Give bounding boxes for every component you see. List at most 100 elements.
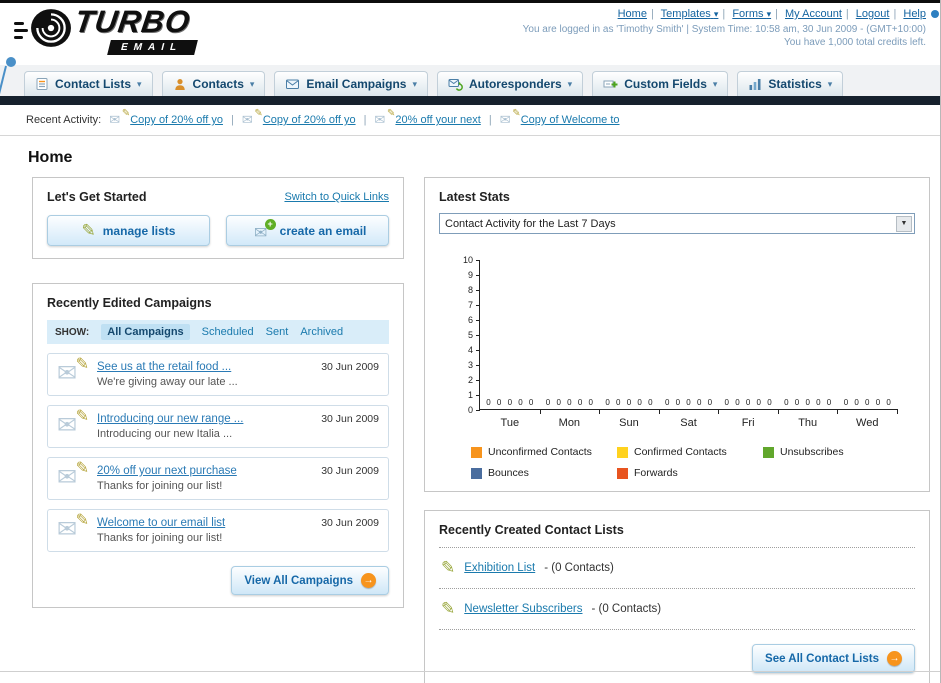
stats-period-select[interactable]: Contact Activity for the Last 7 Days ▼: [439, 213, 915, 234]
email-edit-icon: ✉ ✎: [241, 108, 263, 127]
bar-value-label: 0: [486, 398, 491, 407]
campaign-subtitle: We're giving away our late ...: [97, 376, 238, 388]
x-axis-label: Thu: [798, 417, 818, 429]
chart-category-group: 0 0 0 0 0 Sun: [599, 260, 660, 429]
y-axis-tick-label: 8: [467, 285, 473, 295]
link-home[interactable]: Home: [618, 8, 647, 20]
filter-archived[interactable]: Archived: [300, 326, 343, 338]
tab-contact-lists[interactable]: Contact Lists ▾: [24, 71, 153, 96]
y-axis-tick-label: 10: [462, 255, 473, 265]
y-axis-tick: [476, 380, 480, 381]
campaign-filter-bar: SHOW: All Campaigns Scheduled Sent Archi…: [47, 320, 389, 344]
chart-category-group: 0 0 0 0 0 Mon: [540, 260, 601, 429]
main-nav: Contact Lists ▾ Contacts ▾ Email Campaig…: [0, 65, 940, 96]
link-help[interactable]: Help: [903, 8, 926, 20]
tab-contacts[interactable]: Contacts ▾: [161, 71, 266, 96]
campaign-edit-icon: ✉ ✎: [57, 512, 89, 543]
chevron-down-icon: ▾: [827, 78, 833, 89]
bar-value-label: 0: [637, 398, 642, 407]
campaign-title-link[interactable]: 20% off your next purchase: [97, 465, 237, 477]
bar-value-labels: 00000: [778, 398, 838, 407]
chevron-down-icon: ▾: [137, 78, 142, 89]
campaign-date: 30 Jun 2009: [321, 413, 379, 425]
tab-autoresponders[interactable]: Autoresponders ▾: [436, 71, 584, 96]
campaign-title-link[interactable]: Introducing our new range ...: [97, 413, 243, 425]
bar-value-label: 0: [664, 398, 670, 407]
chart-category-group: 0 0 0 0 0 Thu: [778, 260, 839, 429]
header-links: Home | Templates ▾ | Forms ▾ | My Account | …: [617, 8, 926, 20]
contact-list-link[interactable]: Newsletter Subscribers: [464, 603, 582, 615]
x-axis-tick: [539, 409, 541, 414]
x-axis-tick: [897, 409, 899, 414]
recent-activity-item[interactable]: ✉ ✎ 20% off your next: [374, 108, 480, 127]
see-all-contact-lists-button[interactable]: See All Contact Lists →: [752, 644, 915, 673]
y-axis-tick-label: 7: [467, 300, 473, 310]
y-axis-tick: [476, 275, 480, 276]
view-all-campaigns-button[interactable]: View All Campaigns →: [231, 566, 389, 595]
campaign-date: 30 Jun 2009: [321, 517, 379, 529]
contact-list-row[interactable]: ✎ Exhibition List - (0 Contacts): [439, 548, 915, 589]
chevron-down-icon: ▾: [713, 9, 719, 19]
link-forms[interactable]: Forms ▾: [732, 8, 771, 20]
filter-sent[interactable]: Sent: [266, 326, 289, 338]
campaign-row[interactable]: ✉ ✎ 20% off your next purchase Thanks for…: [47, 457, 389, 500]
recent-activity-item[interactable]: ✉ ✎ Copy of Welcome to: [500, 108, 620, 127]
campaign-subtitle: Thanks for joining our list!: [97, 532, 223, 544]
contact-list-row[interactable]: ✎ Newsletter Subscribers - (0 Contacts): [439, 589, 915, 630]
chart-legend: Unconfirmed Contacts Confirmed Contacts Un…: [471, 446, 915, 479]
legend-swatch: [471, 467, 482, 479]
bar-value-label: 0: [865, 398, 870, 407]
create-email-button[interactable]: ✉ + create an email: [226, 215, 389, 246]
session-info: You are logged in as 'Timothy Smith' | S…: [522, 24, 926, 35]
y-axis-tick-label: 9: [467, 270, 473, 280]
email-edit-icon: ✉ ✎: [109, 108, 131, 127]
y-axis-tick: [476, 350, 480, 351]
legend-item: Unsubscribes: [763, 446, 909, 458]
link-templates[interactable]: Templates ▾: [661, 8, 719, 20]
chart-category-group: 0 0 0 0 0 Wed: [837, 260, 899, 429]
y-axis-tick-label: 2: [467, 375, 473, 385]
campaign-title-link[interactable]: Welcome to our email list: [97, 517, 225, 529]
show-label: SHOW:: [55, 326, 90, 338]
recent-activity-item[interactable]: ✉ ✎ Copy of 20% off yo: [241, 108, 356, 127]
y-axis-tick: [476, 410, 480, 411]
switch-quick-links[interactable]: Switch to Quick Links: [284, 191, 389, 203]
y-axis-tick-label: 3: [467, 360, 473, 370]
manage-lists-button[interactable]: ✎ manage lists: [47, 215, 210, 246]
decorative-dot-right: [931, 10, 939, 18]
recent-contact-lists-panel: Recently Created Contact Lists ✎ Exhibit…: [424, 510, 930, 683]
tab-custom-fields[interactable]: Custom Fields ▾: [592, 71, 729, 96]
y-axis-tick: [476, 335, 480, 336]
recent-activity-label: Recent Activity:: [26, 114, 102, 126]
contact-list-link[interactable]: Exhibition List: [464, 562, 535, 574]
filter-scheduled[interactable]: Scheduled: [202, 326, 254, 338]
chart-category-group: 0 0 0 0 0 Sat: [659, 260, 720, 429]
x-axis-tick: [837, 409, 839, 414]
x-axis-tick: [658, 409, 660, 414]
get-started-panel: Let's Get Started Switch to Quick Links …: [32, 177, 404, 259]
y-axis-tick-label: 1: [467, 390, 473, 400]
bar-value-labels: 00000: [837, 398, 897, 407]
link-logout[interactable]: Logout: [856, 8, 890, 20]
turbo-email-dashboard: TURBO EMAIL Home | Templates ▾ | Forms ▾ | …: [0, 0, 941, 683]
campaign-row[interactable]: ✉ ✎ See us at the retail food ... We're g…: [47, 353, 389, 396]
app-logo[interactable]: TURBO EMAIL: [14, 4, 198, 55]
recent-activity-item[interactable]: ✉ ✎ Copy of 20% off yo: [109, 108, 223, 127]
contact-activity-chart: 0 0 0 0 0 Tue 0 0 0 0 0 Mon 0 0 0 0 0 Sun 0 0 0 0 0 Sat 0 0 0 0 0 Fri…: [463, 255, 899, 429]
bar-value-label: 0: [805, 398, 810, 407]
campaign-row[interactable]: ✉ ✎ Introducing our new range ... Introdu…: [47, 405, 389, 448]
tab-statistics[interactable]: Statistics ▾: [737, 71, 844, 96]
campaign-row[interactable]: ✉ ✎ Welcome to our email list Thanks for …: [47, 509, 389, 552]
link-my-account[interactable]: My Account: [785, 8, 842, 20]
tab-email-campaigns[interactable]: Email Campaigns ▾: [274, 71, 428, 96]
bottom-border: [0, 671, 940, 672]
filter-all-campaigns[interactable]: All Campaigns: [101, 324, 190, 340]
bar-value-label: 0: [724, 398, 729, 407]
campaigns-panel-title: Recently Edited Campaigns: [47, 296, 212, 310]
legend-item: Unconfirmed Contacts: [471, 446, 617, 458]
campaign-subtitle: Introducing our new Italia ...: [97, 428, 233, 440]
chevron-down-icon: ▾: [567, 78, 573, 89]
y-axis-tick: [476, 365, 480, 366]
turbo-swirl-icon: [30, 7, 72, 49]
campaign-title-link[interactable]: See us at the retail food ...: [97, 361, 238, 373]
